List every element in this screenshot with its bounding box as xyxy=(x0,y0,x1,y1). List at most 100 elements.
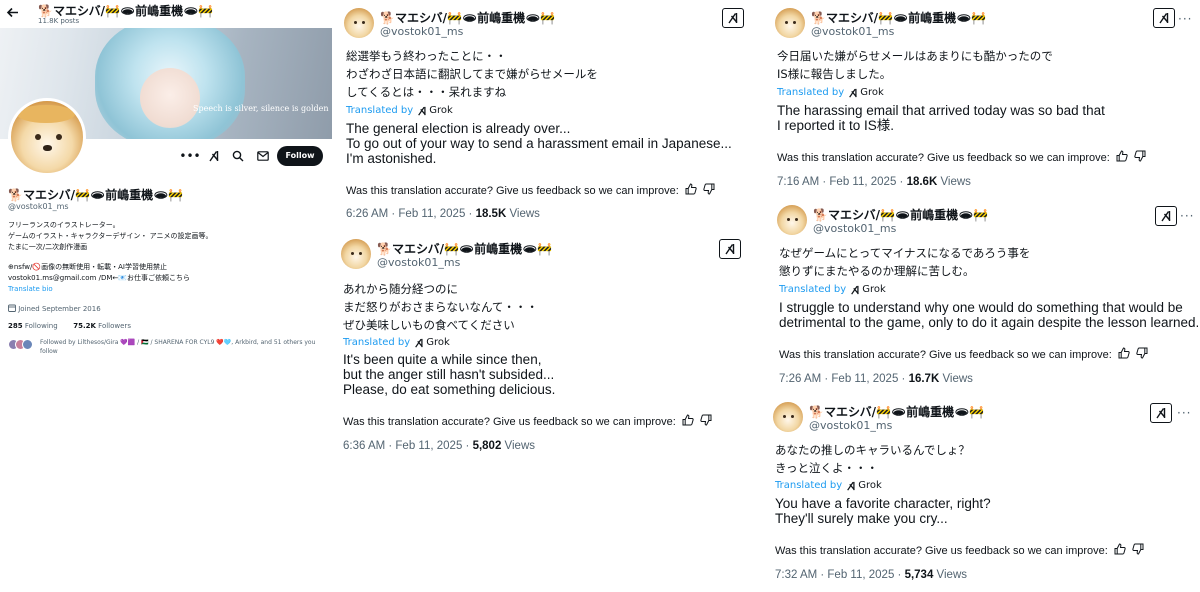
more-options-icon[interactable]: ••• xyxy=(179,146,200,166)
author-name[interactable]: 🐕マエシバ/🚧🕳前嶋重機🕳🚧 xyxy=(380,9,555,26)
timestamp[interactable]: 7:26 AM · Feb 11, 2025 · xyxy=(779,373,909,385)
mail-icon[interactable] xyxy=(253,146,273,166)
following-link[interactable]: 285 Following xyxy=(8,322,58,330)
avatar-eye xyxy=(362,21,365,24)
profile-panel: 🐕マエシバ/🚧🕳前嶋重機🕳🚧 11.8K posts Speech is sil… xyxy=(0,0,334,592)
original-text-line: 今日届いた嫌がらせメールはあまりにも酷かったので xyxy=(777,49,1053,63)
translated-text-line: They'll surely make you cry... xyxy=(775,511,948,526)
translation-feedback: Was this translation accurate? Give us f… xyxy=(343,414,712,429)
grok-icon xyxy=(418,106,427,116)
translated-text-line: I'm astonished. xyxy=(346,151,437,166)
follow-button[interactable]: Follow xyxy=(277,146,323,166)
more-icon[interactable]: ··· xyxy=(1178,12,1192,26)
calendar-icon xyxy=(8,304,18,313)
timestamp[interactable]: 7:16 AM · Feb 11, 2025 · xyxy=(777,176,907,188)
translate-bio-link[interactable]: Translate bio xyxy=(8,284,328,295)
thumbs-down-icon[interactable] xyxy=(1132,543,1144,558)
timestamp[interactable]: 6:36 AM · Feb 11, 2025 · xyxy=(343,440,473,452)
views-label: Views xyxy=(506,208,540,220)
followed-by[interactable]: Followed by Lilthesos/Gira 💜🟪 / 🇵🇸 / SHA… xyxy=(40,338,326,356)
translated-by-text: Translated by xyxy=(775,480,843,491)
tweet-card[interactable]: 🐕マエシバ/🚧🕳前嶋重機🕳🚧 @vostok01_ms 総選挙もう終わったことに… xyxy=(344,8,744,228)
original-text-line: あなたの推しのキャラいるんでしょ？ xyxy=(775,443,970,457)
translated-text-line: You have a favorite character, right? xyxy=(775,496,991,511)
view-count: 5,802 xyxy=(472,440,502,452)
translated-by-label: Translated by Grok xyxy=(779,284,886,295)
profile-handle: @vostok01_ms xyxy=(8,202,69,211)
grok-icon[interactable] xyxy=(204,146,224,166)
author-handle[interactable]: @vostok01_ms xyxy=(813,222,896,235)
thumbs-down-icon[interactable] xyxy=(1136,347,1148,362)
bio-line: フリーランスのイラストレーター。 xyxy=(8,221,120,229)
grok-icon[interactable] xyxy=(1150,403,1172,423)
author-handle[interactable]: @vostok01_ms xyxy=(809,419,892,432)
more-icon[interactable]: ··· xyxy=(1177,406,1191,420)
feedback-prompt: Was this translation accurate? Give us f… xyxy=(775,544,1108,557)
thumbs-down-icon[interactable] xyxy=(703,183,715,198)
translated-text-line: I struggle to understand why one would d… xyxy=(779,300,1183,315)
banner-character-face xyxy=(140,68,200,128)
tweet-card[interactable]: 🐕マエシバ/🚧🕳前嶋重機🕳🚧 @vostok01_ms あれから随分経つのに ま… xyxy=(341,239,741,459)
avatar-eye xyxy=(787,218,790,221)
original-text-line: してくるとは・・・呆れますね xyxy=(346,85,507,99)
timestamp[interactable]: 7:32 AM · Feb 11, 2025 · xyxy=(775,569,905,581)
original-text-line: あれから随分経つのに xyxy=(343,282,458,296)
timestamp[interactable]: 6:26 AM · Feb 11, 2025 · xyxy=(346,208,476,220)
avatar[interactable] xyxy=(775,8,805,38)
avatar-eye xyxy=(783,415,786,418)
author-name[interactable]: 🐕マエシバ/🚧🕳前嶋重機🕳🚧 xyxy=(377,240,552,257)
author-name[interactable]: 🐕マエシバ/🚧🕳前嶋重機🕳🚧 xyxy=(811,9,986,26)
tweet-card[interactable]: 🐕マエシバ/🚧🕳前嶋重機🕳🚧 @vostok01_ms ··· なぜゲームにとっ… xyxy=(777,205,1199,393)
bio-line: ゲームのイラスト・キャラクターデザイン・ アニメの設定画等。 xyxy=(8,232,213,240)
avatar[interactable] xyxy=(344,8,374,38)
tweet-meta: 7:32 AM · Feb 11, 2025 · 5,734 Views xyxy=(775,569,967,581)
profile-avatar[interactable] xyxy=(8,98,86,176)
avatar[interactable] xyxy=(773,402,803,432)
tweet-card[interactable]: 🐕マエシバ/🚧🕳前嶋重機🕳🚧 @vostok01_ms ··· あなたの推しのキ… xyxy=(773,402,1195,590)
translated-text-line: It's been quite a while since then, xyxy=(343,352,542,367)
grok-label: Grok xyxy=(858,480,882,491)
avatar[interactable] xyxy=(341,239,371,269)
views-label: Views xyxy=(937,176,971,188)
followers-link[interactable]: 75.2K Followers xyxy=(73,322,131,330)
bio-line: vostok01.ms@gmail.com /DM←📧お仕事ご依頼こちら xyxy=(8,274,190,282)
original-text-line: まだ怒りがおさまらないなんて・・・ xyxy=(343,300,538,314)
back-arrow-icon[interactable] xyxy=(6,6,19,23)
thumbs-up-icon[interactable] xyxy=(682,414,694,429)
tweet-meta: 6:26 AM · Feb 11, 2025 · 18.5K Views xyxy=(346,208,540,220)
translated-text-line: but the anger still hasn't subsided... xyxy=(343,367,555,382)
more-icon[interactable]: ··· xyxy=(1180,209,1194,223)
view-count: 18.5K xyxy=(475,208,507,220)
grok-label: Grok xyxy=(429,105,453,116)
follower-avatar xyxy=(22,339,33,350)
translation-feedback: Was this translation accurate? Give us f… xyxy=(779,347,1148,362)
search-icon[interactable] xyxy=(228,146,248,166)
grok-icon[interactable] xyxy=(1153,8,1175,28)
thumbs-down-icon[interactable] xyxy=(700,414,712,429)
grok-icon[interactable] xyxy=(1155,206,1177,226)
author-handle[interactable]: @vostok01_ms xyxy=(380,25,463,38)
avatar-eye xyxy=(359,252,362,255)
author-handle[interactable]: @vostok01_ms xyxy=(377,256,460,269)
thumbs-down-icon[interactable] xyxy=(1134,150,1146,165)
tweet-card[interactable]: 🐕マエシバ/🚧🕳前嶋重機🕳🚧 @vostok01_ms ··· 今日届いた嫌がら… xyxy=(775,8,1195,193)
author-name[interactable]: 🐕マエシバ/🚧🕳前嶋重機🕳🚧 xyxy=(809,403,984,420)
avatar[interactable] xyxy=(777,205,807,235)
translated-by-label: Translated by Grok xyxy=(775,480,882,491)
thumbs-up-icon[interactable] xyxy=(685,183,697,198)
thumbs-up-icon[interactable] xyxy=(1116,150,1128,165)
thumbs-up-icon[interactable] xyxy=(1118,347,1130,362)
avatar-eye xyxy=(791,415,794,418)
joined-date: Joined September 2016 xyxy=(8,304,101,313)
author-name[interactable]: 🐕マエシバ/🚧🕳前嶋重機🕳🚧 xyxy=(813,206,988,223)
grok-icon[interactable] xyxy=(722,8,744,28)
tweet-meta: 7:26 AM · Feb 11, 2025 · 16.7K Views xyxy=(779,373,973,385)
profile-name: 🐕マエシバ/🚧🕳前嶋重機🕳🚧 xyxy=(8,188,184,202)
feedback-prompt: Was this translation accurate? Give us f… xyxy=(346,184,679,197)
translated-by-text: Translated by xyxy=(346,105,414,116)
avatar-hat xyxy=(17,105,75,123)
thumbs-up-icon[interactable] xyxy=(1114,543,1126,558)
author-handle[interactable]: @vostok01_ms xyxy=(811,25,894,38)
post-count: 11.8K posts xyxy=(38,17,80,25)
grok-icon[interactable] xyxy=(719,239,741,259)
